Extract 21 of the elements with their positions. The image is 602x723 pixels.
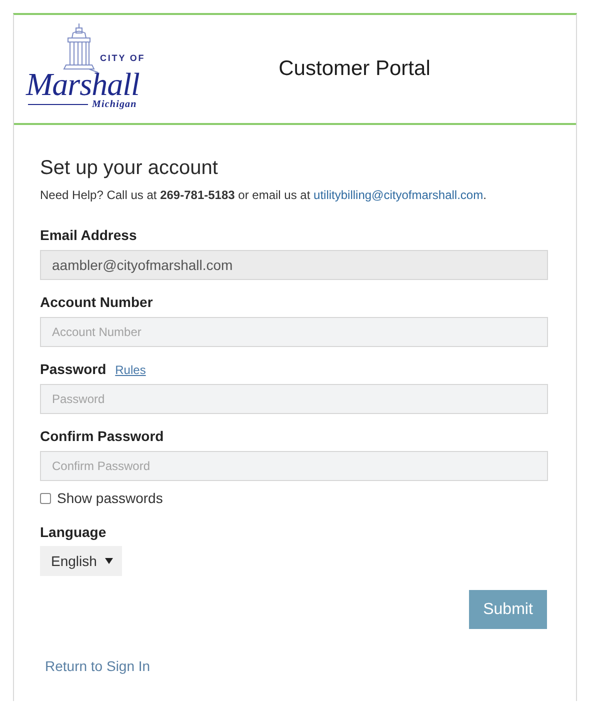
field-label: Password	[40, 360, 106, 378]
caret-icon	[104, 558, 113, 564]
portal-title: Customer Portal	[278, 57, 430, 80]
language-dropdown[interactable]: English	[40, 546, 122, 576]
email-link[interactable]: utilitybilling@cityofmarshall.com	[314, 188, 484, 202]
checkbox-label: Show passwords	[57, 490, 163, 506]
help-text: Need Help? Call us at 269-781-5183 or email us at utilitybilling@cityofmarshall.com.	[40, 187, 488, 203]
field-label: Account Number	[40, 293, 153, 311]
field-label: Language	[40, 523, 106, 541]
rules-link[interactable]: Rules	[115, 363, 146, 377]
logo-text: CITY OF	[100, 53, 146, 63]
form-heading: Set up your account	[40, 156, 219, 180]
input-field[interactable]: Confirm Password	[40, 451, 548, 481]
input-field[interactable]: Account Number	[40, 317, 548, 347]
input-field[interactable]: Password	[40, 384, 548, 414]
logo-wordmark: Marshall	[26, 67, 140, 101]
field-label: Email Address	[40, 226, 137, 244]
field-label: Confirm Password	[40, 427, 164, 445]
checkbox[interactable]	[40, 492, 51, 504]
logo-subtitle: Michigan	[92, 99, 137, 111]
return-link[interactable]: Return to Sign In	[45, 657, 150, 675]
